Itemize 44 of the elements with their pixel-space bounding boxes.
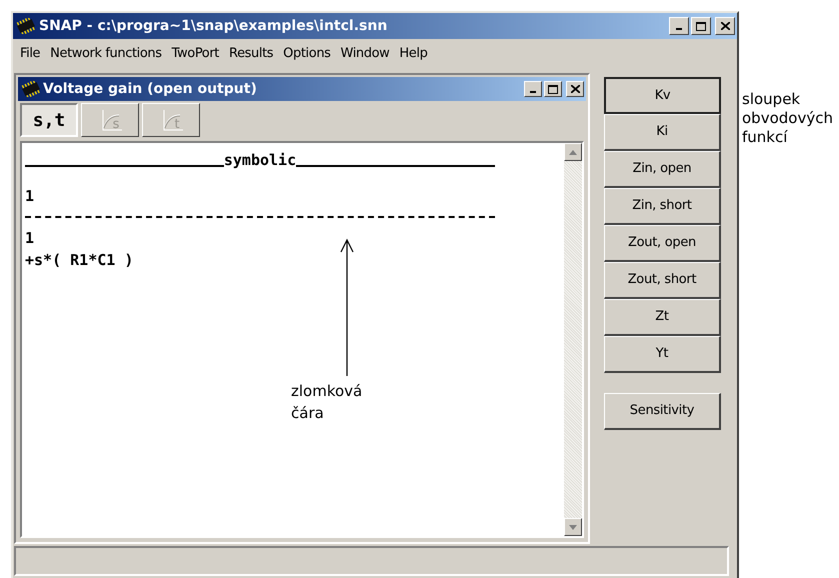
- function-button[interactable]: Zt: [604, 299, 721, 336]
- menu-item[interactable]: File: [15, 44, 46, 64]
- denominator-text: 1: [25, 228, 34, 249]
- scroll-up-button[interactable]: [564, 143, 582, 161]
- menu-item[interactable]: Window: [336, 44, 394, 64]
- function-button[interactable]: Ki: [604, 114, 721, 151]
- function-button[interactable]: Zout, short: [604, 262, 721, 299]
- annotation-text: sloupek obvodových funkcí: [742, 90, 833, 147]
- menu-item[interactable]: Network functions: [45, 44, 167, 64]
- function-button[interactable]: Zin, short: [604, 188, 721, 225]
- curve-icon: [162, 109, 184, 131]
- chip-icon: [15, 18, 37, 34]
- close-button[interactable]: [715, 17, 735, 35]
- minimize-button[interactable]: [669, 17, 689, 35]
- child-window-title: Voltage gain (open output): [43, 80, 257, 98]
- down-arrow-icon: [569, 524, 577, 530]
- numerator-text: 1: [25, 186, 34, 207]
- menu-item[interactable]: Results: [224, 44, 278, 64]
- up-arrow-icon: [569, 150, 577, 154]
- minimize-button[interactable]: [524, 81, 542, 97]
- maximize-button[interactable]: [691, 17, 711, 35]
- chip-icon: [20, 81, 42, 97]
- menu-item[interactable]: Options: [278, 44, 336, 64]
- close-icon: [720, 22, 730, 30]
- close-button[interactable]: [566, 81, 584, 97]
- menu-item[interactable]: TwoPort: [166, 44, 224, 64]
- maximize-icon: [696, 22, 706, 30]
- menu-item[interactable]: Help: [394, 44, 432, 64]
- result-heading: symbolic: [224, 150, 296, 171]
- maximize-icon: [548, 84, 558, 94]
- function-button[interactable]: Zin, open: [604, 151, 721, 188]
- curve-icon: [100, 109, 123, 131]
- tab[interactable]: s,t: [20, 103, 78, 137]
- sensitivity-button[interactable]: Sensitivity: [604, 393, 721, 430]
- maximize-button[interactable]: [544, 81, 562, 97]
- scroll-down-button[interactable]: [564, 518, 582, 536]
- denominator-text: +s*( R1*C1 ): [25, 250, 134, 271]
- function-button[interactable]: Kv: [604, 77, 721, 114]
- annotation-text: zlomková čára: [291, 381, 362, 424]
- scrollbar[interactable]: [564, 143, 582, 536]
- function-button[interactable]: Zout, open: [604, 225, 721, 262]
- function-button[interactable]: Yt: [604, 336, 721, 373]
- close-icon: [570, 85, 580, 93]
- window-title: SNAP - c:\progra~1\snap\examples\intcl.snn: [39, 16, 388, 36]
